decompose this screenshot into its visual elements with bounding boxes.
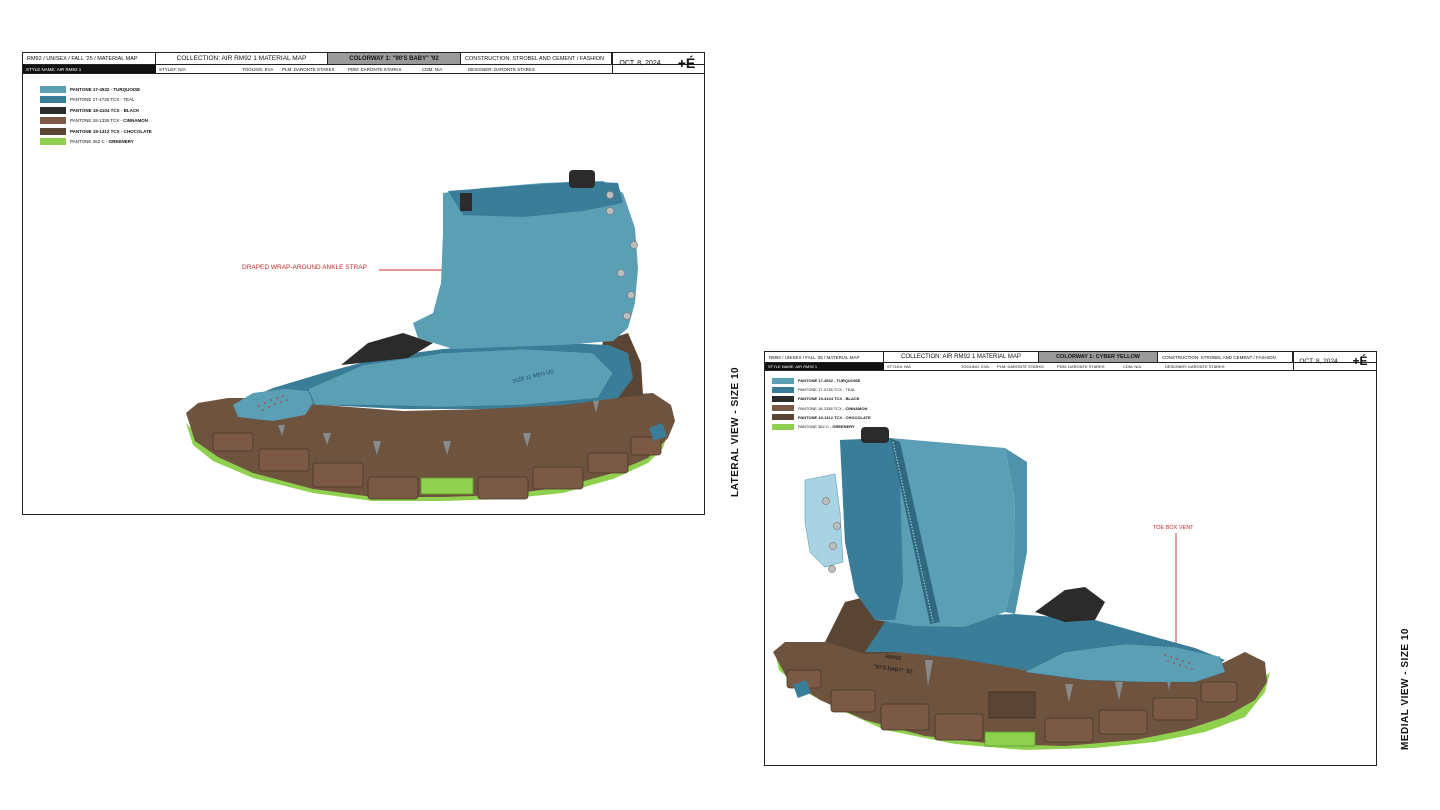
shoe-medial-illustration: RM/92 "90'S BABY" '92 <box>773 427 1270 750</box>
heel-pull-tab <box>569 170 595 188</box>
shaft-teal-panel <box>840 438 903 620</box>
medial-material-map-sheet: RM92 / UNISEX / FALL '25 / MATERIAL MAP … <box>764 351 1377 766</box>
tongue-light-blue <box>804 473 844 568</box>
lateral-material-map-sheet: RM92 / UNISEX / FALL '25 / MATERIAL MAP … <box>22 52 705 515</box>
midsole-green-window <box>420 477 474 495</box>
heel-pull-tab <box>861 427 889 443</box>
medial-view-label: MEDIAL VIEW - SIZE 10 <box>1400 628 1411 750</box>
midsole-ribbed-window <box>988 691 1036 719</box>
strap-loop <box>460 193 472 211</box>
midsole-green-window <box>984 731 1036 747</box>
lateral-view-label: LATERAL VIEW - SIZE 10 <box>730 366 741 497</box>
shoe-lateral-illustration: SIZE 11 MEN US <box>186 170 675 501</box>
